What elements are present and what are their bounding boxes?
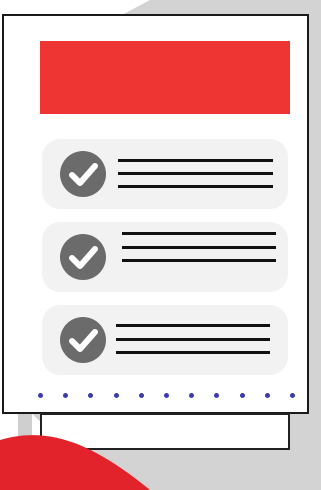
red-swoosh: [0, 435, 150, 490]
checklist-illustration: [0, 0, 321, 490]
